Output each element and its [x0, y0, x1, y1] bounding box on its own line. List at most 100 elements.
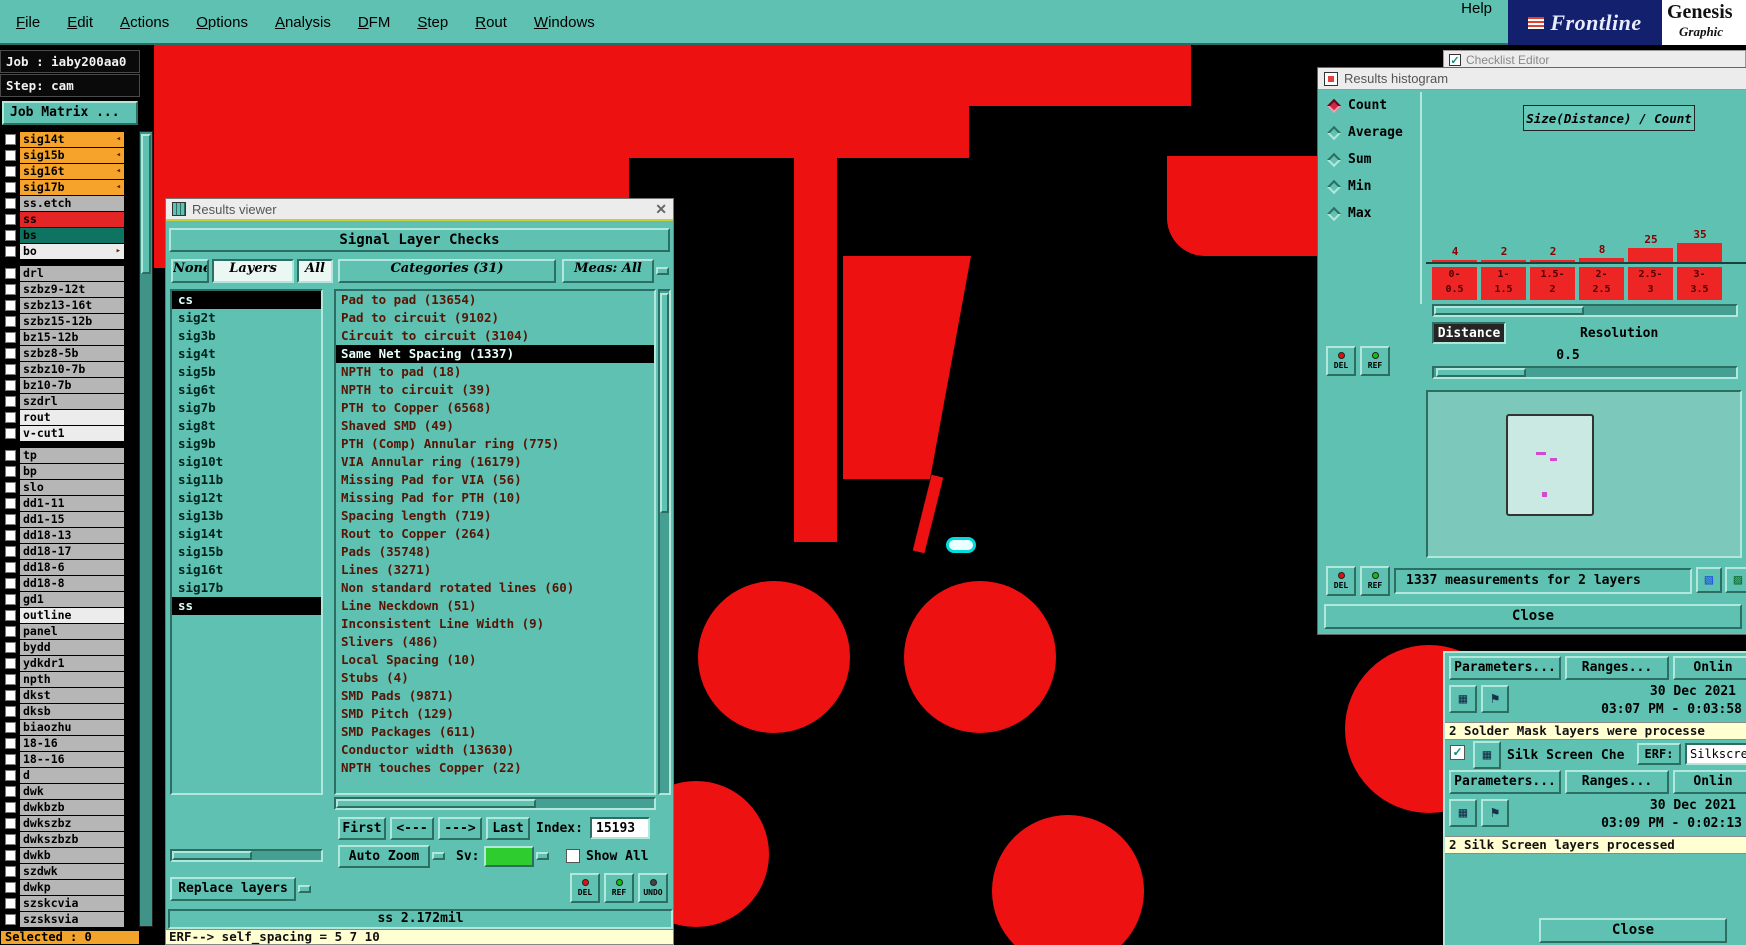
category-item[interactable]: Rout to Copper (264): [336, 525, 654, 543]
sidebar-layer-bz10-7b[interactable]: bz10-7b: [2, 377, 138, 393]
layer-visibility-checkbox[interactable]: [5, 817, 16, 829]
viewer-layer-sig13b[interactable]: sig13b: [172, 507, 321, 525]
first-button[interactable]: First: [338, 817, 386, 840]
category-item[interactable]: PTH to Copper (6568): [336, 399, 654, 417]
silk-screen-checkbox[interactable]: [1450, 745, 1465, 760]
viewer-layer-sig9b[interactable]: sig9b: [172, 435, 321, 453]
histogram-bin[interactable]: 0- 0.5: [1432, 267, 1477, 300]
histogram-bin[interactable]: 1- 1.5: [1481, 267, 1526, 300]
layer-visibility-checkbox[interactable]: [5, 721, 16, 733]
sidebar-layer-bydd[interactable]: bydd: [2, 639, 138, 655]
histogram-ref-button[interactable]: REF: [1360, 346, 1390, 376]
slider-thumb[interactable]: [1436, 368, 1526, 377]
layer-visibility-checkbox[interactable]: [5, 801, 16, 813]
sidebar-layer-bo[interactable]: bo ▸: [2, 243, 138, 259]
layer-visibility-checkbox[interactable]: [5, 481, 16, 493]
layer-visibility-checkbox[interactable]: [5, 689, 16, 701]
category-item[interactable]: Local Spacing (10): [336, 651, 654, 669]
layer-visibility-checkbox[interactable]: [5, 149, 16, 161]
menu-item-help[interactable]: Help: [1461, 0, 1492, 17]
menu-item-options[interactable]: Options: [196, 14, 248, 31]
layer-visibility-checkbox[interactable]: [5, 705, 16, 717]
layer-visibility-checkbox[interactable]: [5, 513, 16, 525]
category-item[interactable]: SMD Pads (9871): [336, 687, 654, 705]
results-histogram-window[interactable]: Results histogram Count Average Sum Min Max …: [1317, 67, 1746, 635]
scrollbar-thumb[interactable]: [141, 134, 151, 274]
layer-visibility-checkbox[interactable]: [5, 427, 16, 439]
histogram-del-button[interactable]: DEL: [1326, 346, 1356, 376]
sidebar-layer-sig16t[interactable]: sig16t ◂: [2, 163, 138, 179]
menu-item-rout[interactable]: Rout: [475, 14, 507, 31]
layer-visibility-checkbox[interactable]: [5, 881, 16, 893]
replace-layers-dropdown[interactable]: Replace layers: [170, 877, 296, 901]
layer-visibility-checkbox[interactable]: [5, 229, 16, 241]
layer-visibility-checkbox[interactable]: [5, 315, 16, 327]
category-item[interactable]: Stubs (4): [336, 669, 654, 687]
categories-header-button[interactable]: Categories (31): [338, 259, 556, 283]
menu-item-edit[interactable]: Edit: [67, 14, 93, 31]
viewer-layer-sig17b[interactable]: sig17b: [172, 579, 321, 597]
layer-visibility-checkbox[interactable]: [5, 625, 16, 637]
viewer-del-button[interactable]: DEL: [570, 873, 600, 903]
layer-hscrollbar[interactable]: [170, 849, 323, 862]
sidebar-layer-dwkb[interactable]: dwkb: [2, 847, 138, 863]
sidebar-layer-dd1-15[interactable]: dd1-15: [2, 511, 138, 527]
sidebar-layer-szbz9-12t[interactable]: szbz9-12t: [2, 281, 138, 297]
layer-visibility-checkbox[interactable]: [5, 865, 16, 877]
sidebar-layer-panel[interactable]: panel: [2, 623, 138, 639]
sidebar-layer-bs[interactable]: bs: [2, 227, 138, 243]
online-button[interactable]: Onlin: [1673, 770, 1746, 794]
layer-visibility-checkbox[interactable]: [5, 267, 16, 279]
sidebar-layer-ydkdr1[interactable]: ydkdr1: [2, 655, 138, 671]
job-matrix-button[interactable]: Job Matrix ...: [2, 101, 138, 125]
category-item[interactable]: Shaved SMD (49): [336, 417, 654, 435]
layer-visibility-checkbox[interactable]: [5, 379, 16, 391]
menu-item-dfm[interactable]: DFM: [358, 14, 391, 31]
viewer-titlebar[interactable]: Results viewer ✕: [166, 199, 673, 221]
layer-visibility-checkbox[interactable]: [5, 213, 16, 225]
sidebar-layer-dd18-8[interactable]: dd18-8: [2, 575, 138, 591]
viewer-layer-ss[interactable]: ss: [172, 597, 321, 615]
category-item[interactable]: VIA Annular ring (16179): [336, 453, 654, 471]
export-icon-button[interactable]: ▧: [1696, 567, 1722, 593]
layer-visibility-checkbox[interactable]: [5, 769, 16, 781]
menu-item-step[interactable]: Step: [417, 14, 448, 31]
sidebar-layer-rout[interactable]: rout: [2, 409, 138, 425]
parameters-button[interactable]: Parameters...: [1449, 656, 1561, 680]
results-viewer-window[interactable]: Results viewer ✕ Signal Layer Checks Non…: [165, 198, 674, 932]
ranges-button[interactable]: Ranges...: [1565, 656, 1669, 680]
category-item[interactable]: Slivers (486): [336, 633, 654, 651]
sidebar-layer-dwkszbz[interactable]: dwkszbz: [2, 815, 138, 831]
scrollbar-thumb[interactable]: [1434, 306, 1584, 315]
viewer-layer-sig2t[interactable]: sig2t: [172, 309, 321, 327]
sidebar-layer-sig14t[interactable]: sig14t ◂: [2, 131, 138, 147]
print-icon-button[interactable]: ▨: [1725, 567, 1746, 593]
silk-screen-icon-button[interactable]: ▦: [1473, 741, 1501, 769]
menu-item-windows[interactable]: Windows: [534, 14, 595, 31]
viewer-layer-sig10t[interactable]: sig10t: [172, 453, 321, 471]
close-icon[interactable]: ✕: [655, 201, 667, 218]
category-item[interactable]: Pad to pad (13654): [336, 291, 654, 309]
layer-visibility-checkbox[interactable]: [5, 283, 16, 295]
sidebar-layer-sig17b[interactable]: sig17b ◂: [2, 179, 138, 195]
dropdown-bar-icon[interactable]: [298, 885, 311, 893]
sidebar-layer-tp[interactable]: tp: [2, 447, 138, 463]
menu-item-file[interactable]: File: [16, 14, 40, 31]
filter-all-button[interactable]: All: [297, 259, 333, 283]
sidebar-layer-dkst[interactable]: dkst: [2, 687, 138, 703]
viewer-layer-sig8t[interactable]: sig8t: [172, 417, 321, 435]
filter-layers-button[interactable]: Layers: [212, 259, 294, 283]
checklist-close-button[interactable]: Close: [1539, 918, 1727, 943]
viewer-layer-s​ig14t[interactable]: s​ig14t: [172, 525, 321, 543]
index-input[interactable]: [590, 817, 650, 839]
histogram-bin[interactable]: 2.5- 3: [1628, 267, 1673, 300]
scrollbar-thumb[interactable]: [660, 293, 669, 513]
histogram-close-button[interactable]: Close: [1324, 604, 1742, 629]
layer-visibility-checkbox[interactable]: [5, 497, 16, 509]
category-item[interactable]: Pad to circuit (9102): [336, 309, 654, 327]
distance-button[interactable]: Distance: [1432, 322, 1506, 344]
sidebar-layer-szbz15-12b[interactable]: szbz15-12b: [2, 313, 138, 329]
layer-visibility-checkbox[interactable]: [5, 299, 16, 311]
layer-visibility-checkbox[interactable]: [5, 197, 16, 209]
sidebar-layer-dwkbzb[interactable]: dwkbzb: [2, 799, 138, 815]
